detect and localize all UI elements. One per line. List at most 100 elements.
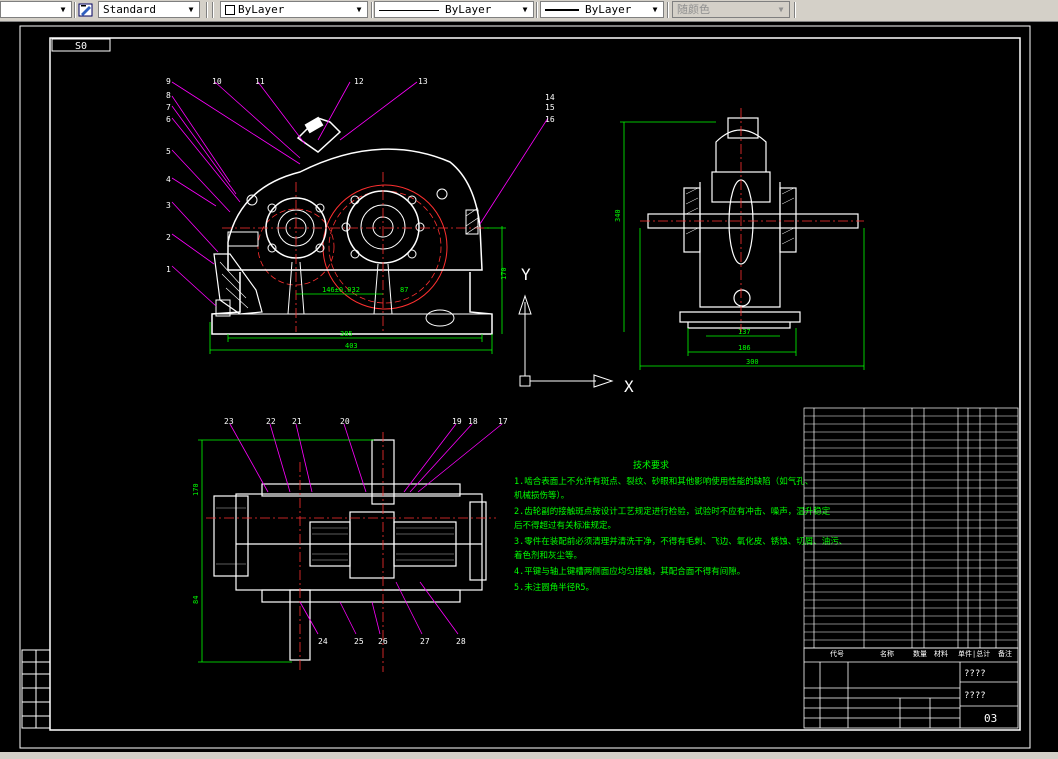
dim-text: 300 xyxy=(746,358,759,366)
ucs-icon xyxy=(518,294,614,388)
tech-item: 机械损伤等）。 xyxy=(514,490,569,501)
drawing-canvas[interactable]: S0 1 2 3 4 5 6 7 8 9 10 11 12 13 14 15 1… xyxy=(0,22,1058,752)
dim-text: 84 xyxy=(192,596,200,604)
layer-color-value: ByLayer xyxy=(238,3,285,16)
dim-text: 385 xyxy=(340,330,353,338)
sheet-frame xyxy=(49,37,1021,731)
linetype-preview-icon xyxy=(379,9,439,11)
front-view xyxy=(211,116,493,335)
balloon-label: 26 xyxy=(378,637,388,646)
balloon-label: 24 xyxy=(318,637,328,646)
side-view xyxy=(647,117,859,329)
balloon-label: 15 xyxy=(545,103,555,112)
status-bar xyxy=(0,752,1058,759)
plan-view-dim-text: 170 84 xyxy=(192,483,200,604)
lineweight-value: ByLayer xyxy=(585,3,632,16)
header-cell: 数量 xyxy=(913,649,927,658)
tech-item: 5.未注圆角半径R5。 xyxy=(514,582,594,593)
front-view-balloon-labels: 1 2 3 4 5 6 7 8 9 10 11 12 13 14 15 16 xyxy=(166,77,555,274)
balloon-label: 3 xyxy=(166,201,171,210)
balloon-label: 13 xyxy=(418,77,428,86)
text-style-combo[interactable]: Standard ▼ xyxy=(98,1,200,18)
balloon-label: 20 xyxy=(340,417,350,426)
balloon-label: 1 xyxy=(166,265,171,274)
dropdown-arrow-icon: ▼ xyxy=(778,5,784,14)
parts-list-header: 代号 名称 数量 材料 单件|总计 备注 xyxy=(830,649,1012,658)
front-view-leaders xyxy=(171,81,549,307)
dim-text: 87 xyxy=(400,286,408,294)
text-style-value: Standard xyxy=(103,3,156,16)
balloon-label: 11 xyxy=(255,77,265,86)
balloon-label: 4 xyxy=(166,175,171,184)
properties-toolbar: ▼ Standard ▼ ByLayer ▼ ByLayer ▼ ByLayer… xyxy=(0,0,1058,22)
dim-text: 146±0.032 xyxy=(322,286,360,294)
dropdown-arrow-icon: ▼ xyxy=(188,5,194,14)
dim-text: 170 xyxy=(192,483,200,496)
plan-view-dimensions xyxy=(198,439,374,663)
left-margin-table xyxy=(21,649,51,729)
layer-color-combo[interactable]: ByLayer ▼ xyxy=(220,1,368,18)
tech-item: 4.平键与轴上键槽两侧面应均匀接触，其配合面不得有间隙。 xyxy=(514,566,745,577)
dim-text: 403 xyxy=(345,342,358,350)
header-cell: 代号 xyxy=(830,649,844,658)
plot-style-value: 随颜色 xyxy=(677,3,710,16)
balloon-label: 23 xyxy=(224,417,234,426)
plot-style-combo[interactable]: 随颜色 ▼ xyxy=(672,1,790,18)
toolbar-separator xyxy=(794,2,796,18)
dim-text: 340 xyxy=(614,209,622,222)
ucs-y-label: Y xyxy=(521,265,531,284)
balloon-label: 22 xyxy=(266,417,276,426)
balloon-label: 25 xyxy=(354,637,364,646)
balloon-label: 16 xyxy=(545,115,555,124)
balloon-label: 28 xyxy=(456,637,466,646)
balloon-label: 2 xyxy=(166,233,171,242)
plan-view-balloon-labels: 17 18 19 20 21 22 23 24 25 26 27 28 xyxy=(224,417,508,646)
linetype-combo[interactable]: ByLayer ▼ xyxy=(374,1,534,18)
balloon-label: 21 xyxy=(292,417,302,426)
header-cell: 单件|总计 xyxy=(958,649,990,658)
corner-label: S0 xyxy=(75,41,87,52)
partial-combo-left[interactable]: ▼ xyxy=(0,1,72,18)
header-cell: 名称 xyxy=(880,649,894,658)
dim-text: 170 xyxy=(500,267,508,280)
balloon-label: 6 xyxy=(166,115,171,124)
balloon-label: 9 xyxy=(166,77,171,86)
side-view-centerlines xyxy=(640,108,864,332)
balloon-label: 10 xyxy=(212,77,222,86)
lineweight-preview-icon xyxy=(545,9,579,11)
title-mark: ???? xyxy=(964,669,986,679)
plan-view-hatch xyxy=(216,507,454,565)
sheet-outer-border xyxy=(19,25,1031,749)
title-block-marks: ???? ???? 03 xyxy=(964,669,997,725)
balloon-label: 12 xyxy=(354,77,364,86)
tech-item: 1.啮合表面上不允许有斑点、裂纹、砂眼和其他影响使用性能的缺陷（如气孔、 xyxy=(514,476,813,487)
toolbar-separator xyxy=(74,2,76,18)
dropdown-arrow-icon: ▼ xyxy=(652,5,658,14)
balloon-label: 27 xyxy=(420,637,430,646)
balloon-label: 14 xyxy=(545,93,555,102)
sheet-number: 03 xyxy=(984,712,997,725)
ucs-x-label: X xyxy=(624,377,634,396)
technical-requirements: 技术要求 1.啮合表面上不允许有斑点、裂纹、砂眼和其他影响使用性能的缺陷（如气孔… xyxy=(514,459,847,593)
header-cell: 材料 xyxy=(934,649,948,658)
text-style-icon[interactable] xyxy=(78,2,94,18)
dropdown-arrow-icon: ▼ xyxy=(356,5,362,14)
tech-item: 着色剂和灰尘等。 xyxy=(514,550,582,561)
parts-list-rows xyxy=(804,415,1018,641)
side-view-hatch xyxy=(685,187,795,245)
tech-title: 技术要求 xyxy=(633,459,669,471)
tech-item: 2.齿轮副的接触斑点按设计工艺规定进行检验，试验时不应有冲击、噪声，温升稳定 xyxy=(514,506,831,517)
title-mark: ???? xyxy=(964,691,986,701)
tech-item: 后不得超过有关标准规定。 xyxy=(514,520,616,531)
balloon-label: 19 xyxy=(452,417,462,426)
balloon-label: 7 xyxy=(166,103,171,112)
balloon-label: 8 xyxy=(166,91,171,100)
linetype-value: ByLayer xyxy=(445,3,492,16)
toolbar-separator xyxy=(667,2,669,18)
color-swatch-icon xyxy=(225,5,235,15)
lineweight-combo[interactable]: ByLayer ▼ xyxy=(540,1,664,18)
balloon-label: 18 xyxy=(468,417,478,426)
dropdown-arrow-icon: ▼ xyxy=(60,5,66,14)
balloon-label: 5 xyxy=(166,147,171,156)
toolbar-separator xyxy=(212,2,214,18)
